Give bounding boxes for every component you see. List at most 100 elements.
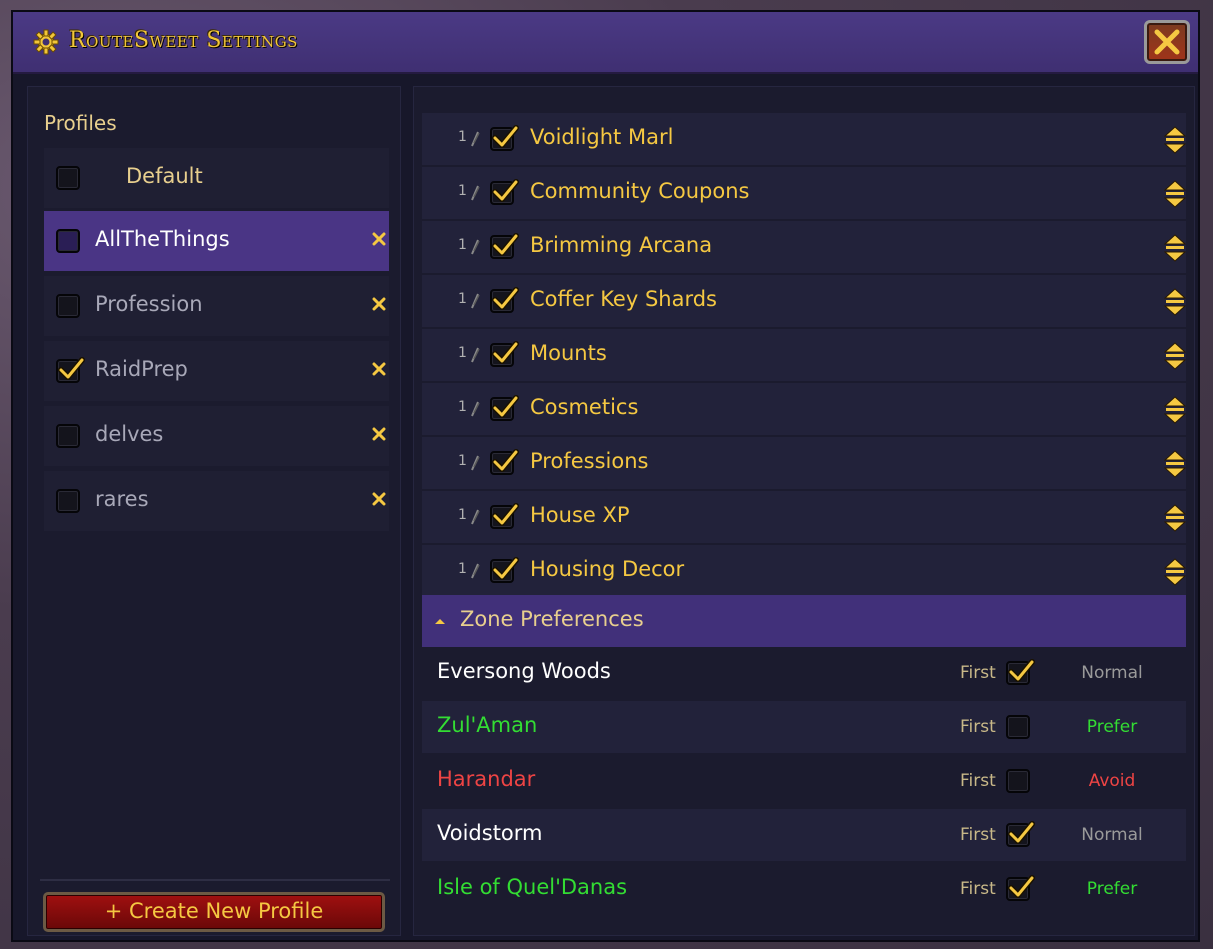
profile-checkbox[interactable]: [56, 294, 80, 318]
gear-icon: [33, 29, 59, 55]
reorder-arrows-icon[interactable]: [1164, 557, 1186, 587]
profile-checkbox[interactable]: [56, 424, 80, 448]
delete-profile-icon[interactable]: [371, 426, 387, 442]
reorder-arrows-icon[interactable]: [1164, 341, 1186, 371]
checkmark-icon: [1008, 821, 1035, 844]
profile-row[interactable]: AllTheThings: [44, 211, 389, 271]
category-row[interactable]: 1 Mounts: [422, 329, 1186, 381]
category-label: Voidlight Marl: [530, 125, 674, 149]
category-checkbox[interactable]: [490, 179, 519, 205]
checkmark-icon: [492, 395, 519, 418]
first-checkbox[interactable]: [1006, 821, 1035, 847]
zone-name: Isle of Quel'Danas: [437, 875, 628, 899]
category-checkbox[interactable]: [490, 233, 519, 259]
profile-name: Profession: [95, 292, 203, 316]
category-label: Housing Decor: [530, 557, 685, 581]
profile-row[interactable]: Default: [44, 148, 389, 208]
category-row[interactable]: 1 Community Coupons: [422, 167, 1186, 219]
zone-preferences-header[interactable]: Zone Preferences: [422, 595, 1186, 647]
priority-quill-icon: [471, 509, 480, 525]
delete-profile-icon[interactable]: [371, 296, 387, 312]
category-checkbox[interactable]: [490, 503, 519, 529]
zone-preference-toggle[interactable]: Prefer: [1062, 879, 1162, 899]
zone-row: Harandar First Avoid: [422, 755, 1186, 807]
profiles-heading: Profiles: [44, 111, 117, 135]
first-checkbox[interactable]: [1006, 715, 1030, 739]
checkmark-icon: [492, 341, 519, 364]
profile-row[interactable]: rares: [44, 471, 389, 531]
profile-name: AllTheThings: [95, 227, 230, 251]
category-checkbox[interactable]: [490, 125, 519, 151]
priority-quill-icon: [471, 563, 480, 579]
profiles-panel: Profiles Default AllTheThings Profession Ra…: [27, 86, 401, 936]
category-checkbox[interactable]: [490, 341, 519, 367]
zone-name: Zul'Aman: [437, 713, 538, 737]
reorder-arrows-icon[interactable]: [1164, 503, 1186, 533]
category-row[interactable]: 1 Housing Decor: [422, 545, 1186, 597]
category-priority-number: 1: [458, 291, 467, 307]
priority-quill-icon: [471, 455, 480, 471]
title-bar[interactable]: RouteSweet Settings: [13, 12, 1198, 74]
profile-checkbox[interactable]: [56, 166, 80, 190]
category-priority-number: 1: [458, 399, 467, 415]
reorder-arrows-icon[interactable]: [1164, 179, 1186, 209]
category-priority-number: 1: [458, 561, 467, 577]
checkmark-icon: [492, 287, 519, 310]
profile-checkbox[interactable]: [56, 357, 85, 383]
profile-checkbox[interactable]: [56, 489, 80, 513]
zone-preference-toggle[interactable]: Normal: [1062, 825, 1162, 845]
zone-name: Eversong Woods: [437, 659, 611, 683]
category-checkbox[interactable]: [490, 449, 519, 475]
close-button[interactable]: [1144, 20, 1190, 64]
zone-preference-toggle[interactable]: Avoid: [1062, 771, 1162, 791]
priority-quill-icon: [471, 293, 480, 309]
first-label: First: [960, 771, 996, 791]
zone-preference-toggle[interactable]: Normal: [1062, 663, 1162, 683]
profile-checkbox[interactable]: [56, 229, 80, 253]
profile-row[interactable]: delves: [44, 406, 389, 466]
category-row[interactable]: 1 Coffer Key Shards: [422, 275, 1186, 327]
category-row[interactable]: 1 Brimming Arcana: [422, 221, 1186, 273]
category-row[interactable]: 1 Cosmetics: [422, 383, 1186, 435]
settings-content-panel[interactable]: 1 Voidlight Marl 1 Community Coupons 1 Brimmi…: [413, 86, 1195, 936]
category-row[interactable]: 1 House XP: [422, 491, 1186, 543]
category-checkbox[interactable]: [490, 287, 519, 313]
profile-row[interactable]: Profession: [44, 276, 389, 336]
delete-profile-icon[interactable]: [371, 231, 387, 247]
zone-preference-toggle[interactable]: Prefer: [1062, 717, 1162, 737]
delete-profile-icon[interactable]: [371, 361, 387, 377]
category-row[interactable]: 1 Voidlight Marl: [422, 113, 1186, 165]
category-priority-number: 1: [458, 453, 467, 469]
category-priority-number: 1: [458, 237, 467, 253]
category-row[interactable]: 1 Professions: [422, 437, 1186, 489]
zone-name: Voidstorm: [437, 821, 543, 845]
reorder-arrows-icon[interactable]: [1164, 287, 1186, 317]
settings-window: RouteSweet Settings Profiles Default AllT…: [11, 10, 1200, 942]
create-new-profile-button[interactable]: + Create New Profile: [43, 892, 385, 932]
first-checkbox[interactable]: [1006, 769, 1030, 793]
first-checkbox[interactable]: [1006, 875, 1035, 901]
reorder-arrows-icon[interactable]: [1164, 395, 1186, 425]
category-label: Coffer Key Shards: [530, 287, 718, 311]
first-checkbox[interactable]: [1006, 659, 1035, 685]
first-label: First: [960, 717, 996, 737]
reorder-arrows-icon[interactable]: [1164, 449, 1186, 479]
divider: [40, 879, 390, 881]
delete-profile-icon[interactable]: [371, 491, 387, 507]
profile-row[interactable]: RaidPrep: [44, 341, 389, 401]
zone-row: Voidstorm First Normal: [422, 809, 1186, 861]
category-checkbox[interactable]: [490, 557, 519, 583]
close-icon: [1154, 29, 1180, 55]
category-label: Cosmetics: [530, 395, 639, 419]
reorder-arrows-icon[interactable]: [1164, 125, 1186, 155]
reorder-arrows-icon[interactable]: [1164, 233, 1186, 263]
category-checkbox[interactable]: [490, 395, 519, 421]
category-priority-number: 1: [458, 183, 467, 199]
zone-row: Zul'Aman First Prefer: [422, 701, 1186, 753]
priority-quill-icon: [471, 131, 480, 147]
profile-name: RaidPrep: [95, 357, 188, 381]
category-priority-number: 1: [458, 507, 467, 523]
checkmark-icon: [492, 449, 519, 472]
profile-name: rares: [95, 487, 149, 511]
checkmark-icon: [492, 125, 519, 148]
